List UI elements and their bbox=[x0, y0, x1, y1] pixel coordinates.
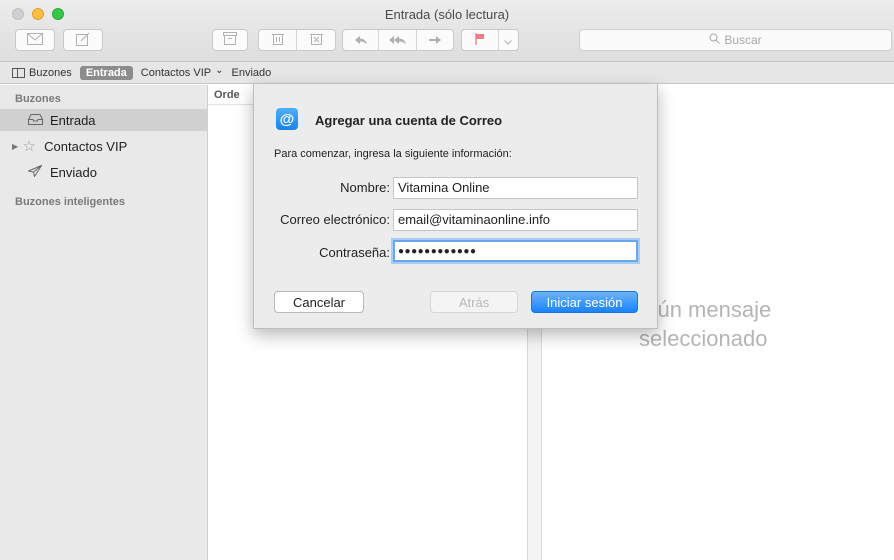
compose-button[interactable] bbox=[63, 29, 103, 51]
archive-box-icon bbox=[223, 32, 237, 48]
fav-mailboxes-button[interactable]: Buzones bbox=[12, 67, 72, 79]
sidebar-item-label: Entrada bbox=[50, 112, 96, 128]
chevron-down-icon: ⌄ bbox=[215, 65, 224, 76]
fav-mailboxes-label: Buzones bbox=[29, 66, 72, 79]
fav-entrada-button[interactable]: Entrada bbox=[79, 65, 133, 80]
email-field[interactable]: email@vitaminaonline.info bbox=[393, 209, 638, 231]
forward-button[interactable] bbox=[417, 30, 453, 50]
forward-arrow-icon bbox=[428, 33, 442, 48]
cancel-button[interactable]: Cancelar bbox=[274, 291, 364, 313]
fav-vip-button[interactable]: Contactos VIP ⌄ bbox=[140, 65, 224, 79]
password-label: Contraseña: bbox=[319, 245, 390, 260]
name-field[interactable]: Vitamina Online bbox=[393, 177, 638, 199]
flag-icon bbox=[475, 32, 485, 48]
email-label: Correo electrónico: bbox=[280, 212, 390, 227]
name-label: Nombre: bbox=[340, 180, 390, 195]
back-button[interactable]: Atrás bbox=[430, 291, 518, 313]
window-title: Entrada (sólo lectura) bbox=[384, 7, 510, 22]
sidebar-heading-mailboxes: Buzones bbox=[15, 93, 61, 105]
favorites-bar: Buzones Entrada Contactos VIP ⌄ Enviado bbox=[0, 62, 894, 84]
delete-button[interactable] bbox=[259, 30, 297, 50]
archive-button[interactable] bbox=[212, 29, 248, 51]
search-icon bbox=[709, 33, 721, 47]
sidebar-item-label: Enviado bbox=[50, 164, 97, 180]
sidebar-heading-smart: Buzones inteligentes bbox=[15, 196, 126, 208]
sidebar-toggle-icon bbox=[12, 67, 25, 78]
reply-all-button[interactable] bbox=[379, 30, 417, 50]
flag-button[interactable] bbox=[462, 30, 499, 50]
mailbox-sidebar: Buzones Entrada ▶ ☆ Contactos VIP Enviad… bbox=[0, 85, 208, 560]
dialog-title: Agregar una cuenta de Correo bbox=[315, 113, 503, 128]
search-field[interactable]: Buscar bbox=[579, 29, 892, 51]
trash-icon bbox=[271, 32, 284, 48]
search-placeholder: Buscar bbox=[724, 33, 762, 47]
window-titlebar: Entrada (sólo lectura) Buscar bbox=[0, 0, 894, 62]
disclosure-triangle-icon[interactable]: ▶ bbox=[12, 142, 18, 151]
flag-menu-button[interactable] bbox=[499, 30, 518, 50]
delete-junk-group bbox=[258, 29, 336, 51]
chevron-down-icon bbox=[504, 33, 513, 48]
mail-at-icon: @ bbox=[276, 108, 298, 130]
envelope-icon bbox=[27, 32, 43, 48]
sidebar-item-label: Contactos VIP bbox=[44, 138, 128, 154]
junk-button[interactable] bbox=[297, 30, 335, 50]
paper-plane-icon bbox=[26, 163, 44, 180]
fav-sent-button[interactable]: Enviado bbox=[232, 67, 272, 79]
fav-vip-label: Contactos VIP bbox=[140, 66, 212, 79]
compose-icon bbox=[76, 32, 90, 49]
dialog-subtitle: Para comenzar, ingresa la siguiente info… bbox=[274, 148, 512, 160]
sidebar-item-entrada[interactable]: Entrada bbox=[0, 109, 207, 131]
inbox-tray-icon bbox=[26, 113, 44, 128]
reply-arrow-icon bbox=[354, 33, 368, 48]
get-mail-button[interactable] bbox=[15, 29, 55, 51]
reply-all-arrow-icon bbox=[388, 33, 407, 48]
sort-label: Orde bbox=[214, 88, 240, 101]
sign-in-button[interactable]: Iniciar sesión bbox=[531, 291, 638, 313]
sidebar-item-contactos-vip[interactable]: ▶ ☆ Contactos VIP bbox=[0, 135, 207, 157]
star-icon: ☆ bbox=[22, 138, 36, 155]
reply-button[interactable] bbox=[343, 30, 380, 50]
reply-forward-group bbox=[342, 29, 454, 51]
sidebar-item-enviado[interactable]: Enviado bbox=[0, 161, 207, 183]
add-account-sheet: @ Agregar una cuenta de Correo Para come… bbox=[253, 84, 658, 329]
junk-bin-icon bbox=[309, 32, 323, 48]
password-field[interactable]: ●●●●●●●●●●●● bbox=[393, 240, 638, 262]
flag-group bbox=[461, 29, 519, 51]
